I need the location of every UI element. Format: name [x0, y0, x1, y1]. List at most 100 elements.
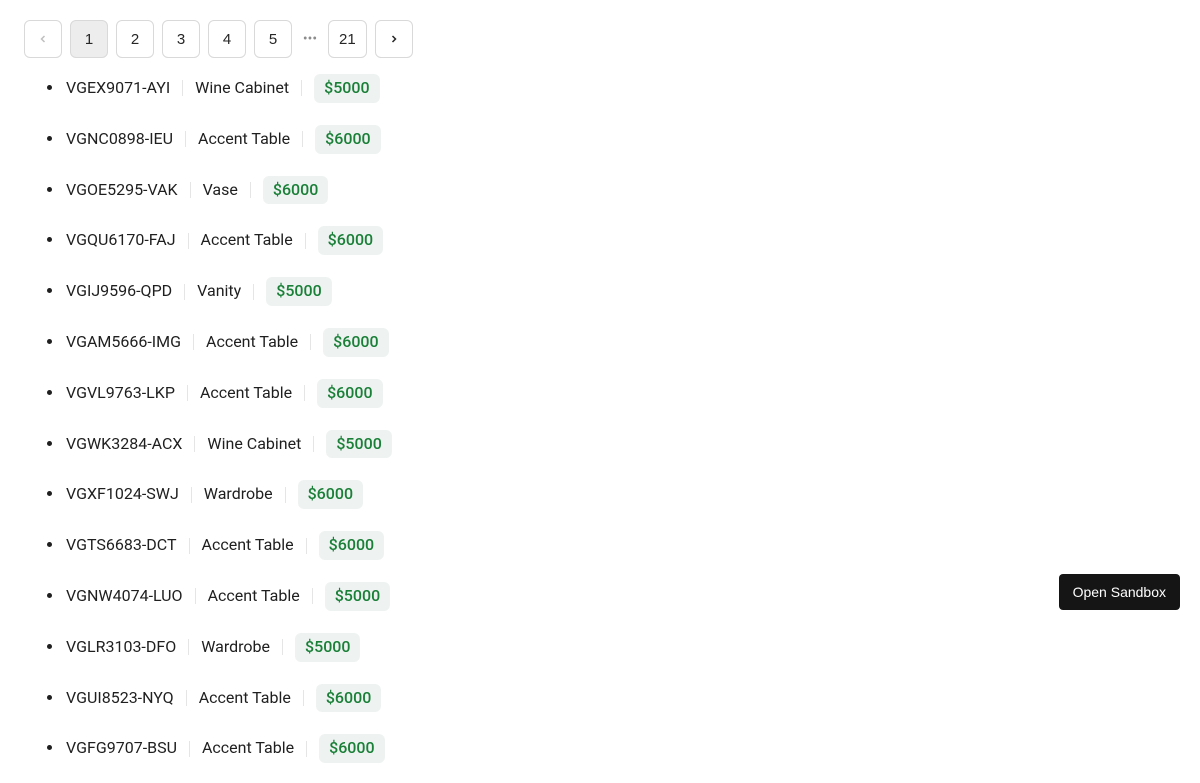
product-row: VGWK3284-ACXWine Cabinet$5000	[66, 430, 392, 459]
divider	[190, 182, 191, 198]
divider	[185, 131, 186, 147]
product-name: Accent Table	[208, 586, 312, 607]
product-sku: VGFG9707-BSU	[66, 738, 189, 759]
divider	[191, 487, 192, 503]
price-tag: $6000	[323, 328, 388, 357]
product-sku: VGWK3284-ACX	[66, 434, 194, 455]
divider	[310, 334, 311, 350]
divider	[306, 538, 307, 554]
divider	[188, 639, 189, 655]
pagination: 1 2 3 4 5 ••• 21	[24, 20, 1176, 58]
divider	[306, 741, 307, 757]
price-tag: $6000	[263, 176, 328, 205]
product-sku: VGNC0898-IEU	[66, 129, 185, 150]
price-tag: $5000	[266, 277, 331, 306]
price-tag: $5000	[295, 633, 360, 662]
product-sku: VGIJ9596-QPD	[66, 281, 184, 302]
product-sku: VGNW4074-LUO	[66, 586, 195, 607]
list-item: VGXF1024-SWJ Wardrobe $6000	[64, 480, 1176, 509]
divider	[189, 538, 190, 554]
product-sku: VGAM5666-IMG	[66, 332, 193, 353]
pagination-prev-button[interactable]	[24, 20, 62, 58]
pagination-page-5[interactable]: 5	[254, 20, 292, 58]
product-row: VGIJ9596-QPD Vanity $5000	[66, 277, 332, 306]
product-name: Wardrobe	[204, 484, 285, 505]
pagination-page-4[interactable]: 4	[208, 20, 246, 58]
pagination-page-1[interactable]: 1	[70, 20, 108, 58]
divider	[193, 334, 194, 350]
divider	[188, 233, 189, 249]
pagination-ellipsis[interactable]: •••	[300, 20, 320, 58]
list-item: VGOE5295-VAK Vase $6000	[64, 176, 1176, 205]
divider	[303, 690, 304, 706]
chevron-right-icon	[388, 33, 400, 45]
list-item: VGTS6683-DCTAccent Table$6000	[64, 531, 1176, 560]
list-item: VGFG9707-BSU Accent Table $6000	[64, 734, 1176, 763]
pagination-page-last[interactable]: 21	[328, 20, 367, 58]
divider	[313, 436, 314, 452]
divider	[304, 385, 305, 401]
divider	[184, 284, 185, 300]
product-name: Accent Table	[198, 129, 302, 150]
open-sandbox-button[interactable]: Open Sandbox	[1059, 574, 1180, 610]
product-row: VGTS6683-DCTAccent Table$6000	[66, 531, 384, 560]
product-row: VGFG9707-BSU Accent Table $6000	[66, 734, 385, 763]
product-sku: VGEX9071-AYI	[66, 78, 182, 99]
product-name: Accent Table	[206, 332, 310, 353]
pagination-page-3[interactable]: 3	[162, 20, 200, 58]
product-sku: VGXF1024-SWJ	[66, 484, 191, 505]
product-sku: VGOE5295-VAK	[66, 180, 190, 201]
price-tag: $5000	[325, 582, 390, 611]
product-sku: VGQU6170-FAJ	[66, 230, 188, 251]
product-name: Wardrobe	[201, 637, 282, 658]
divider	[186, 690, 187, 706]
divider	[187, 385, 188, 401]
price-tag: $6000	[319, 531, 384, 560]
divider	[282, 639, 283, 655]
product-row: VGOE5295-VAK Vase $6000	[66, 176, 328, 205]
price-tag: $6000	[298, 480, 363, 509]
chevron-left-icon	[37, 33, 49, 45]
product-row: VGQU6170-FAJAccent Table$6000	[66, 226, 383, 255]
product-name: Accent Table	[200, 383, 304, 404]
product-row: VGEX9071-AYI Wine Cabinet $5000	[66, 74, 380, 103]
product-sku: VGVL9763-LKP	[66, 383, 187, 404]
product-name: Wine Cabinet	[207, 434, 313, 455]
product-row: VGXF1024-SWJ Wardrobe $6000	[66, 480, 363, 509]
list-item: VGVL9763-LKP Accent Table $6000	[64, 379, 1176, 408]
pagination-next-button[interactable]	[375, 20, 413, 58]
product-row: VGVL9763-LKP Accent Table $6000	[66, 379, 383, 408]
divider	[189, 741, 190, 757]
product-name: Vanity	[197, 281, 253, 302]
price-tag: $5000	[314, 74, 379, 103]
list-item: VGNC0898-IEU Accent Table $6000	[64, 125, 1176, 154]
divider	[195, 588, 196, 604]
product-row: VGNW4074-LUO Accent Table $5000	[66, 582, 390, 611]
divider	[182, 80, 183, 96]
price-tag: $6000	[319, 734, 384, 763]
product-row: VGUI8523-NYQAccent Table$6000	[66, 684, 381, 713]
divider	[302, 131, 303, 147]
product-name: Wine Cabinet	[195, 78, 301, 99]
product-row: VGAM5666-IMG Accent Table $6000	[66, 328, 389, 357]
product-name: Vase	[203, 180, 250, 201]
list-item: VGLR3103-DFOWardrobe$5000	[64, 633, 1176, 662]
product-row: VGLR3103-DFOWardrobe$5000	[66, 633, 360, 662]
divider	[312, 588, 313, 604]
product-name: Accent Table	[202, 535, 306, 556]
price-tag: $6000	[315, 125, 380, 154]
price-tag: $6000	[317, 379, 382, 408]
divider	[194, 436, 195, 452]
list-item: VGEX9071-AYI Wine Cabinet $5000	[64, 74, 1176, 103]
product-name: Accent Table	[199, 688, 303, 709]
divider	[301, 80, 302, 96]
list-item: VGAM5666-IMG Accent Table $6000	[64, 328, 1176, 357]
product-name: Accent Table	[202, 738, 306, 759]
divider	[250, 182, 251, 198]
list-item: VGNW4074-LUO Accent Table $5000	[64, 582, 1176, 611]
product-sku: VGUI8523-NYQ	[66, 688, 186, 709]
list-item: VGIJ9596-QPD Vanity $5000	[64, 277, 1176, 306]
pagination-page-2[interactable]: 2	[116, 20, 154, 58]
divider	[253, 284, 254, 300]
product-list: VGEX9071-AYI Wine Cabinet $5000 VGNC0898-IE…	[64, 74, 1176, 763]
